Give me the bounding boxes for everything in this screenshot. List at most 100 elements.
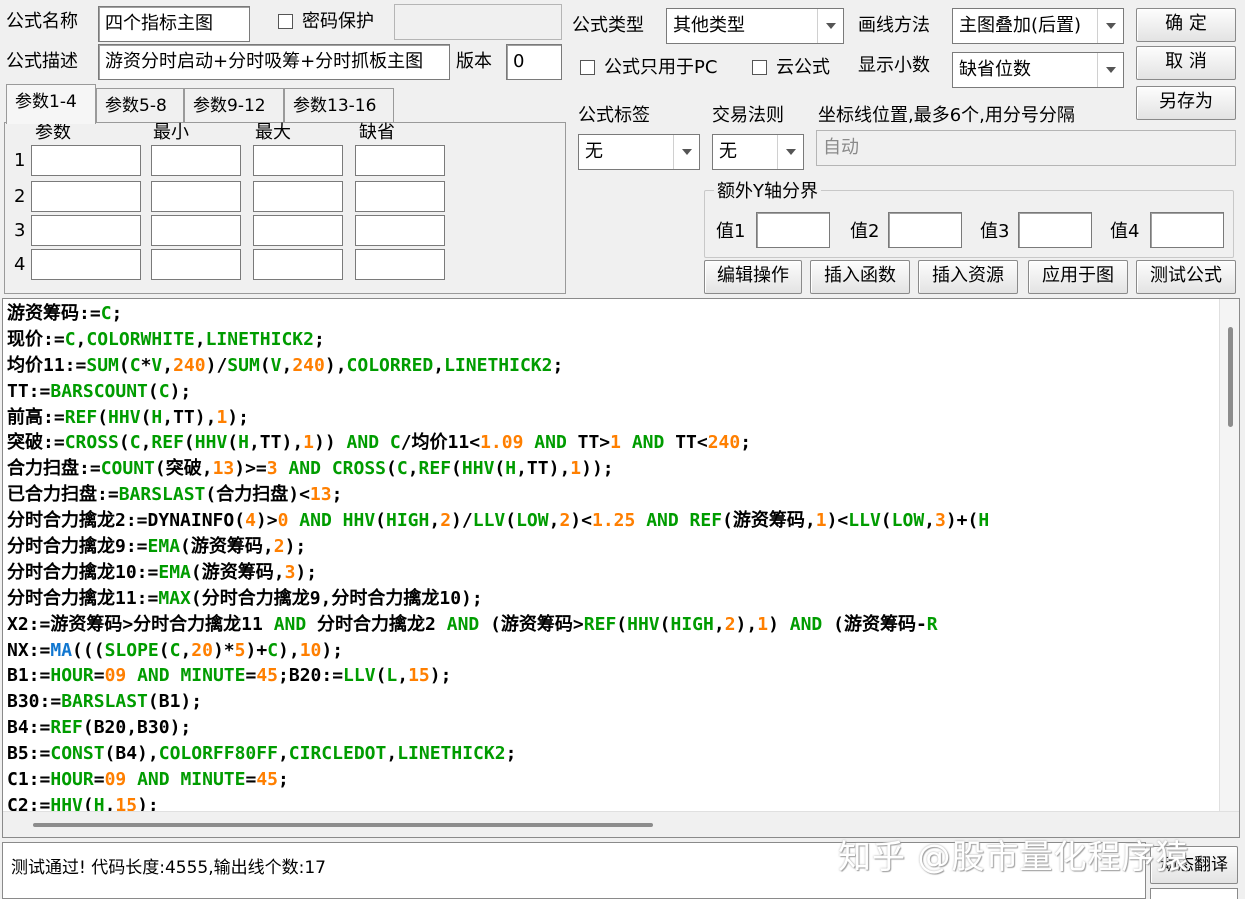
decimal-select[interactable]: 缺省位数 [952,52,1124,88]
code-token: ), [278,639,300,661]
cloud-checkbox[interactable] [752,60,767,75]
param-4-min-input[interactable] [151,249,241,280]
version-label: 版本 [456,51,492,72]
code-token: )< [826,510,849,532]
y-value-4-input[interactable] [1150,212,1224,248]
code-line[interactable]: 分时合力擒龙9:=EMA(游资筹码,2); [7,534,989,560]
code-line[interactable]: 分时合力擒龙2:=DYNAINFO(4)>0 AND HHV(HIGH,2)/L… [7,508,989,534]
code-line[interactable]: 分时合力擒龙10:=EMA(游资筹码,3); [7,560,989,586]
code-line[interactable]: B1:=HOUR=09 AND MINUTE=45;B20:=LLV(L,15)… [7,663,989,689]
code-token: TT:= [7,380,51,402]
code-token: 10 [299,639,322,661]
insert-function-button[interactable]: 插入函数 [810,260,910,294]
code-token: ) [768,613,790,635]
test-formula-button[interactable]: 测试公式 [1136,260,1236,294]
param-1-name-input[interactable] [31,145,141,176]
param-1-max-input[interactable] [253,145,343,176]
chevron-down-icon[interactable] [777,135,803,169]
tab-params-9-12[interactable]: 参数9-12 [184,88,284,122]
code-line[interactable]: TT:=BARSCOUNT(C); [7,379,989,405]
tab-params-5-8[interactable]: 参数5-8 [96,88,184,122]
code-token: )+ [245,639,268,661]
param-3-max-input[interactable] [253,215,343,246]
code-token: , [386,743,398,765]
code-token: )); [581,458,614,480]
code-token: 240 [173,354,206,376]
code-token: SUM [227,354,260,376]
edit-ops-button[interactable]: 编辑操作 [704,260,802,294]
code-line[interactable]: 前高:=REF(HHV(H,TT),1); [7,405,989,431]
code-line[interactable]: C1:=HOUR=09 AND MINUTE=45; [7,767,989,793]
cancel-button[interactable]: 取 消 [1136,46,1236,80]
password-checkbox[interactable] [278,14,293,29]
code-token: )) [314,432,347,454]
code-token: )< [570,510,592,532]
vertical-scrollbar[interactable] [1219,299,1239,811]
code-token: 2 [559,510,571,532]
code-token: (分时合力擒龙9,分时合力擒龙10); [190,587,483,609]
code-text[interactable]: 游资筹码:=C; 现价:=C,COLORWHITE,LINETHICK2; 均价11… [7,301,989,819]
param-2-default-input[interactable] [355,181,445,212]
code-token: ; [111,303,123,324]
apply-to-chart-button[interactable]: 应用于图 [1028,260,1128,294]
code-token: 1 [570,458,582,480]
y-value-2-input[interactable] [888,212,962,248]
code-token: ( [234,510,246,532]
code-token: ( [118,354,130,376]
trade-rule-select[interactable]: 无 [712,134,804,170]
param-2-min-input[interactable] [151,181,241,212]
param-2-max-input[interactable] [253,181,343,212]
chevron-down-icon[interactable] [1097,9,1123,43]
param-1-min-input[interactable] [151,145,241,176]
code-line[interactable]: B30:=BARSLAST(B1); [7,689,989,715]
param-3-default-input[interactable] [355,215,445,246]
code-token: 13 [212,458,235,480]
param-4-max-input[interactable] [253,249,343,280]
code-token: 现价:= [7,328,65,350]
chevron-down-icon[interactable] [817,9,843,43]
code-line[interactable]: 突破:=CROSS(C,REF(HHV(H,TT),1)) AND C/均价11… [7,430,989,456]
param-1-default-input[interactable] [355,145,445,176]
formula-tag-select[interactable]: 无 [578,134,700,170]
tab-params-1-4[interactable]: 参数1-4 [6,84,96,124]
chevron-down-icon[interactable] [673,135,699,169]
param-3-name-input[interactable] [31,215,141,246]
code-line[interactable]: 分时合力擒龙11:=MAX(分时合力擒龙9,分时合力擒龙10); [7,586,989,612]
formula-type-select[interactable]: 其他类型 [666,8,844,44]
code-token: REF [64,406,98,428]
code-line[interactable]: 游资筹码:=C; [7,301,989,327]
scroll-thumb[interactable] [33,823,653,827]
code-line[interactable]: NX:=MA(((SLOPE(C,20)*5)+C),10); [7,638,989,664]
y-value-1-input[interactable] [756,212,830,248]
code-line[interactable]: 现价:=C,COLORWHITE,LINETHICK2; [7,327,989,353]
tab-params-13-16[interactable]: 参数13-16 [284,88,394,122]
code-token: V [270,354,282,376]
code-line[interactable]: 均价11:=SUM(C*V,240)/SUM(V,240),COLORRED,L… [7,353,989,379]
param-2-name-input[interactable] [31,181,141,212]
version-input[interactable]: 0 [506,44,562,80]
code-token: SLOPE [104,639,159,661]
code-line[interactable]: X2:=游资筹码>分时合力擒龙11 AND 分时合力擒龙2 AND (游资筹码>… [7,612,989,638]
formula-desc-input[interactable]: 游资分时启动+分时吸筹+分时抓板主图 [98,44,450,80]
param-4-default-input[interactable] [355,249,445,280]
axis-position-input[interactable]: 自动 [816,130,1236,166]
code-line[interactable]: B4:=REF(B20,B30); [7,715,989,741]
pc-only-checkbox[interactable] [580,60,595,75]
code-line[interactable]: B5:=CONST(B4),COLORFF80FF,CIRCLEDOT,LINE… [7,741,989,767]
code-line[interactable]: 已合力扫盘:=BARSLAST(合力扫盘)<13; [7,482,989,508]
code-token: ; [331,484,343,506]
code-line[interactable]: 合力扫盘:=COUNT(突破,13)>=3 AND CROSS(C,REF(HH… [7,456,989,482]
param-4-name-input[interactable] [31,249,141,280]
chevron-down-icon[interactable] [1097,53,1123,87]
ok-button[interactable]: 确 定 [1136,8,1236,42]
y-value-3-input[interactable] [1018,212,1092,248]
insert-resource-button[interactable]: 插入资源 [918,260,1018,294]
code-editor[interactable]: 游资筹码:=C; 现价:=C,COLORWHITE,LINETHICK2; 均价11… [2,298,1240,838]
code-token: C [396,458,408,480]
scroll-thumb[interactable] [1228,327,1233,427]
param-3-min-input[interactable] [151,215,241,246]
code-token: ); [227,406,249,428]
draw-method-select[interactable]: 主图叠加(后置) [952,8,1124,44]
formula-name-input[interactable]: 四个指标主图 [98,6,250,42]
save-as-button[interactable]: 另存为 [1136,86,1236,120]
